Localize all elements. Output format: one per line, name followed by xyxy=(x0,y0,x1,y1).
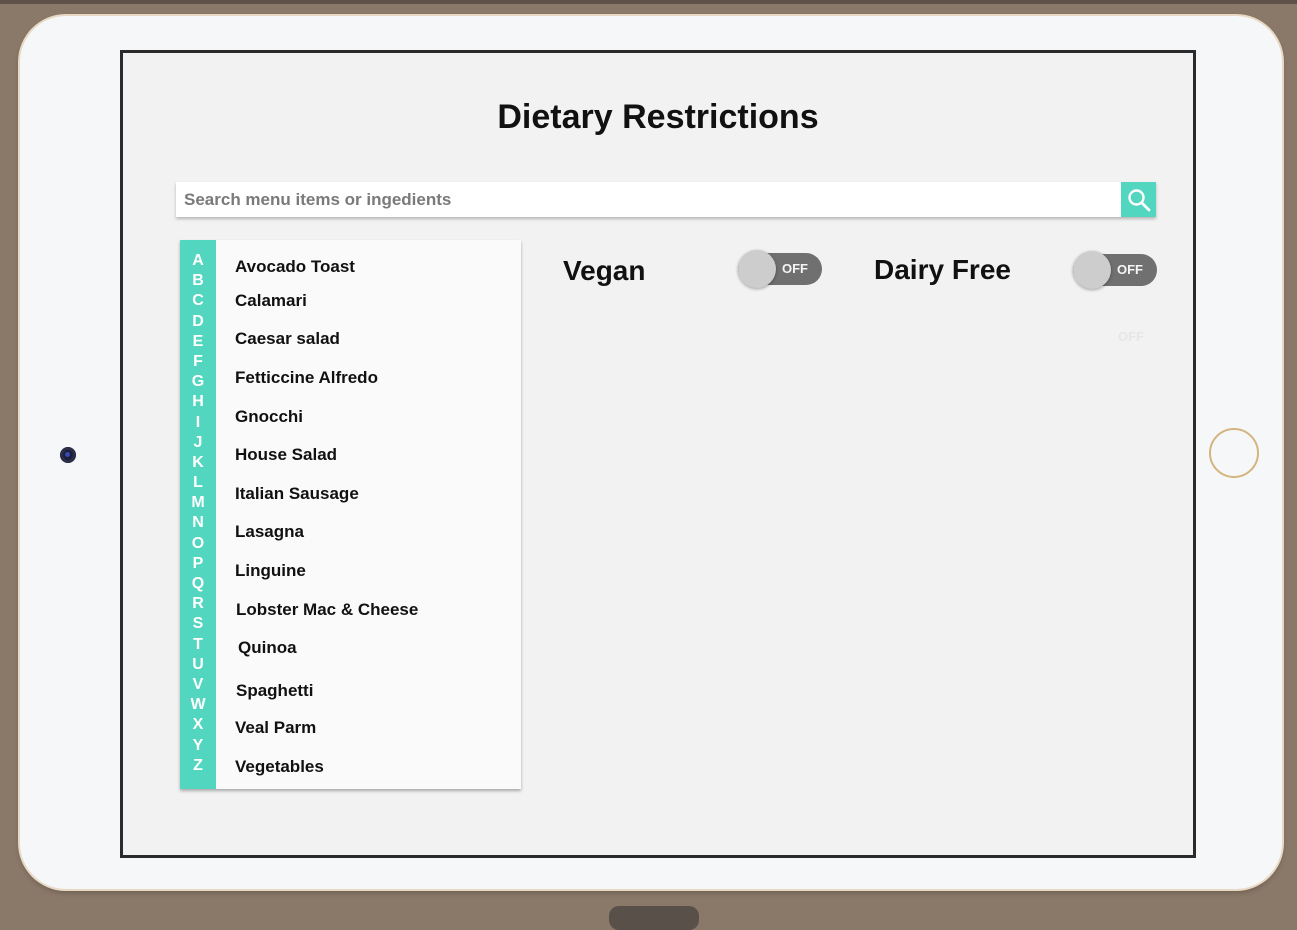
home-button[interactable] xyxy=(1209,428,1259,478)
search-icon xyxy=(1127,188,1150,211)
menu-item-avocado-toast[interactable]: Avocado Toast xyxy=(235,257,355,277)
menu-item-linguine[interactable]: Linguine xyxy=(235,561,306,581)
vegan-toggle-state: OFF xyxy=(782,261,808,276)
alphabet-letter-h[interactable]: H xyxy=(180,392,216,412)
dairy-free-toggle-state: OFF xyxy=(1117,262,1143,277)
alphabet-letter-y[interactable]: Y xyxy=(180,736,216,756)
alphabet-letter-w[interactable]: W xyxy=(180,695,216,715)
top-edge xyxy=(0,0,1297,4)
alphabet-index: A B C D E F G H I J K L M N O P Q R S T … xyxy=(180,240,216,789)
alphabet-letter-o[interactable]: O xyxy=(180,534,216,554)
menu-item-gnocchi[interactable]: Gnocchi xyxy=(235,407,303,427)
vegan-label: Vegan xyxy=(563,255,646,286)
menu-item-spaghetti[interactable]: Spaghetti xyxy=(236,681,313,701)
menu-item-quinoa[interactable]: Quinoa xyxy=(238,638,297,658)
alphabet-letter-t[interactable]: T xyxy=(180,635,216,655)
alphabet-letter-u[interactable]: U xyxy=(180,655,216,675)
alphabet-letter-s[interactable]: S xyxy=(180,614,216,634)
alphabet-letter-j[interactable]: J xyxy=(180,433,216,453)
search-input[interactable] xyxy=(176,182,1121,217)
alphabet-letter-q[interactable]: Q xyxy=(180,574,216,594)
vegan-toggle[interactable]: OFF xyxy=(738,250,822,288)
menu-item-fetticcine-alfredo[interactable]: Fetticcine Alfredo xyxy=(235,368,378,388)
alphabet-letter-x[interactable]: X xyxy=(180,715,216,735)
alphabet-letter-z[interactable]: Z xyxy=(180,756,216,776)
dairy-free-label: Dairy Free xyxy=(874,254,1011,285)
app-screen: Dietary Restrictions A B C D E F G H I J… xyxy=(120,50,1196,858)
alphabet-letter-e[interactable]: E xyxy=(180,332,216,352)
page-indicator xyxy=(609,906,699,930)
menu-item-caesar-salad[interactable]: Caesar salad xyxy=(235,329,340,349)
vegan-toggle-knob xyxy=(738,250,776,288)
alphabet-letter-r[interactable]: R xyxy=(180,594,216,614)
page-title: Dietary Restrictions xyxy=(497,98,819,136)
alphabet-letter-i[interactable]: I xyxy=(180,413,216,433)
menu-item-house-salad[interactable]: House Salad xyxy=(235,445,337,465)
camera-icon xyxy=(60,447,76,463)
search-bar xyxy=(176,182,1156,217)
alphabet-letter-g[interactable]: G xyxy=(180,372,216,392)
menu-item-veal-parm[interactable]: Veal Parm xyxy=(235,718,316,738)
alphabet-letter-n[interactable]: N xyxy=(180,513,216,533)
alphabet-letter-d[interactable]: D xyxy=(180,312,216,332)
alphabet-letter-v[interactable]: V xyxy=(180,675,216,695)
alphabet-letter-a[interactable]: A xyxy=(180,251,216,271)
search-button[interactable] xyxy=(1121,182,1156,217)
alphabet-letter-f[interactable]: F xyxy=(180,352,216,372)
alphabet-letter-p[interactable]: P xyxy=(180,554,216,574)
menu-item-list: A B C D E F G H I J K L M N O P Q R S T … xyxy=(180,240,521,789)
alphabet-letter-m[interactable]: M xyxy=(180,493,216,513)
hidden-toggle-text: OFF xyxy=(1118,329,1144,344)
alphabet-letter-l[interactable]: L xyxy=(180,473,216,493)
menu-item-lasagna[interactable]: Lasagna xyxy=(235,522,304,542)
alphabet-letter-k[interactable]: K xyxy=(180,453,216,473)
alphabet-letter-b[interactable]: B xyxy=(180,271,216,291)
menu-item-lobster-mac-cheese[interactable]: Lobster Mac & Cheese xyxy=(236,600,418,620)
menu-item-italian-sausage[interactable]: Italian Sausage xyxy=(235,484,359,504)
dairy-free-toggle-knob xyxy=(1073,251,1111,289)
alphabet-letter-c[interactable]: C xyxy=(180,291,216,311)
menu-item-vegetables[interactable]: Vegetables xyxy=(235,757,324,777)
dairy-free-toggle[interactable]: OFF xyxy=(1073,251,1157,289)
menu-item-calamari[interactable]: Calamari xyxy=(235,291,307,311)
